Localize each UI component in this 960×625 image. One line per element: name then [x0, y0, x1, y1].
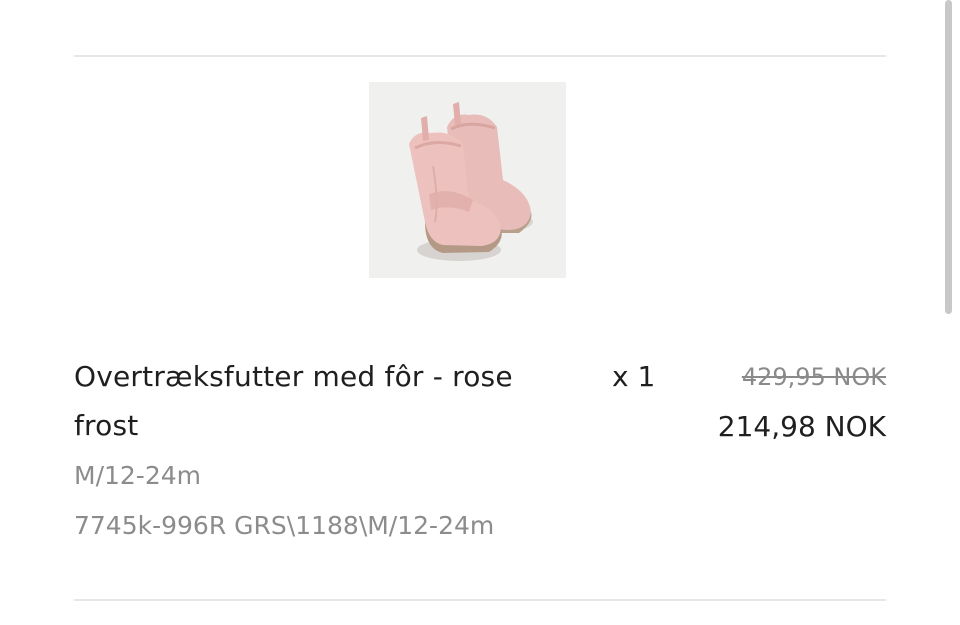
original-price: 429,95 NOK: [741, 363, 886, 391]
bottom-divider: [74, 599, 886, 601]
sale-price: 214,98 NOK: [717, 410, 886, 443]
product-image[interactable]: [369, 82, 566, 278]
cart-page: Overtræksfutter med fôr - rose frost x 1…: [0, 0, 960, 625]
booties-illustration: [409, 102, 533, 261]
item-quantity: x 1: [612, 360, 656, 393]
page-scrollbar[interactable]: [945, 0, 952, 314]
product-title[interactable]: Overtræksfutter med fôr - rose frost: [74, 352, 574, 450]
product-sku: 7745k-996R GRS\1188\M/12-24m: [74, 511, 495, 540]
variant-size: M/12-24m: [74, 461, 201, 490]
top-divider: [74, 55, 886, 57]
